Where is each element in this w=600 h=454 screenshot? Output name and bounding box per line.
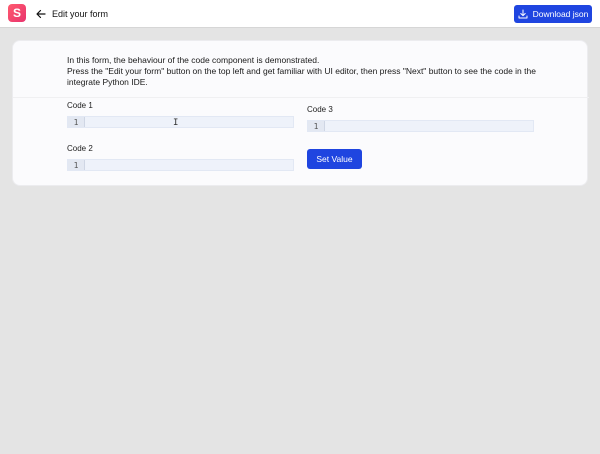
code-2-input[interactable] [85,160,293,170]
form-description: In this form, the behaviour of the code … [67,55,537,88]
edit-form-label: Edit your form [52,9,109,19]
top-bar: S Edit your form Download json [0,0,600,28]
code-3-line-number: 1 [308,121,325,131]
code-1-label: Code 1 [67,101,93,110]
code-3-editor[interactable]: 1 [307,120,534,132]
logo-letter: S [12,6,21,20]
code-3-label: Code 3 [307,105,333,114]
section-divider [13,97,589,98]
code-1-editor[interactable]: 1 I [67,116,294,128]
text-cursor-icon: I [173,118,179,128]
intro-line-1: In this form, the behaviour of the code … [67,55,320,65]
code-3-input[interactable] [325,121,533,131]
code-1-input[interactable]: I [85,117,293,128]
download-json-button[interactable]: Download json [514,5,592,23]
code-2-label: Code 2 [67,144,93,153]
download-json-label: Download json [532,9,589,19]
code-2-line-number: 1 [68,160,85,170]
code-2-editor[interactable]: 1 [67,159,294,171]
app-logo[interactable]: S [8,4,26,22]
form-card: In this form, the behaviour of the code … [12,40,589,186]
download-icon [518,9,528,19]
arrow-left-icon [36,9,46,19]
edit-form-back-button[interactable]: Edit your form [36,6,108,22]
intro-line-2: Press the "Edit your form" button on the… [67,66,536,87]
code-1-line-number: 1 [68,117,85,127]
set-value-button[interactable]: Set Value [307,149,362,169]
